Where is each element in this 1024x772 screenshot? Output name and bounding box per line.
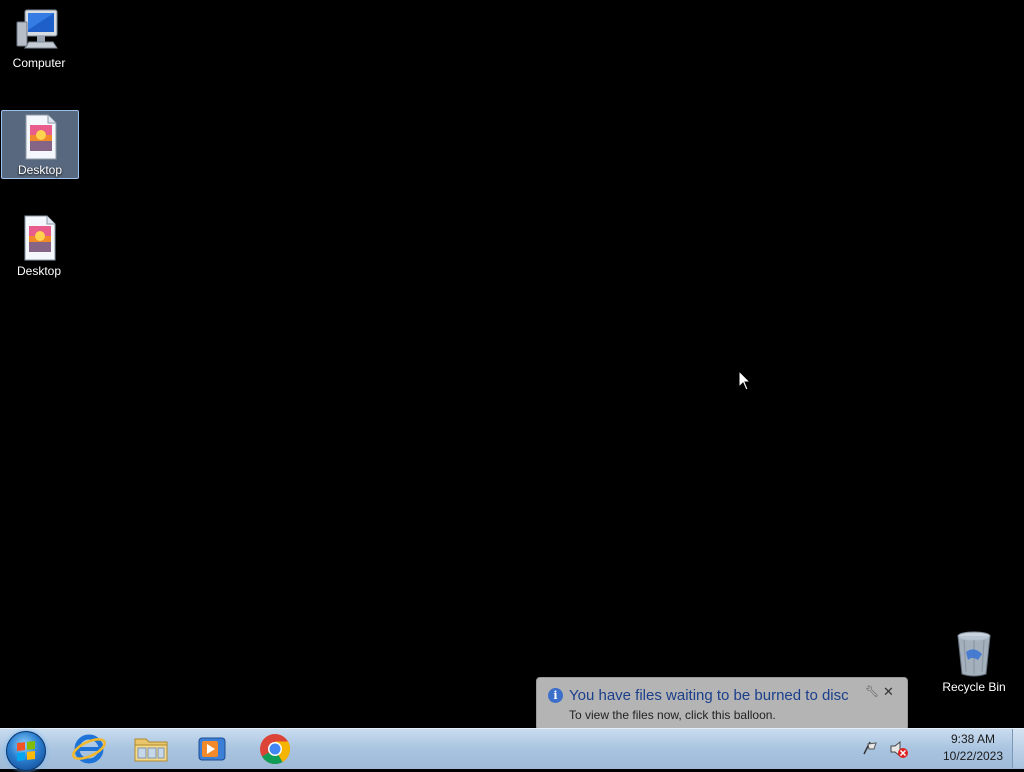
- desktop-icon-label: Computer: [12, 56, 66, 70]
- taskbar-windows-explorer[interactable]: [124, 731, 178, 767]
- start-button[interactable]: [6, 731, 46, 771]
- desktop-icon-desktop-2[interactable]: Desktop: [1, 212, 77, 278]
- taskbar-internet-explorer[interactable]: [62, 731, 116, 767]
- computer-icon: [16, 9, 58, 49]
- volume-muted-icon[interactable]: [888, 738, 910, 760]
- windows-logo-icon: [17, 741, 35, 761]
- internet-explorer-icon: [72, 734, 106, 764]
- chrome-icon: [260, 734, 290, 765]
- desktop-icon-desktop-1[interactable]: Desktop: [1, 110, 79, 179]
- desktop-icon-computer[interactable]: Computer: [1, 8, 77, 70]
- desktop-icon-label: Recycle Bin: [942, 680, 1006, 694]
- image-file-icon: [25, 114, 57, 160]
- mouse-cursor-icon: [738, 370, 752, 391]
- balloon-close-button[interactable]: ✕: [883, 684, 894, 700]
- clock-date: 10/22/2023: [942, 749, 1004, 763]
- clock-time: 9:38 AM: [950, 732, 996, 746]
- recycle-bin-icon: [957, 631, 991, 677]
- taskbar-chrome[interactable]: [248, 731, 302, 767]
- taskbar-clock[interactable]: 9:38 AM 10/22/2023: [926, 731, 1020, 765]
- taskbar-media-player[interactable]: [185, 731, 239, 767]
- desktop-icon-recycle-bin[interactable]: Recycle Bin: [936, 630, 1012, 694]
- desktop-icon-label: Desktop: [17, 163, 63, 177]
- action-center-flag-icon[interactable]: [860, 738, 880, 758]
- image-file-icon: [24, 215, 56, 261]
- media-player-icon: [198, 737, 226, 761]
- desktop-icon-label: Desktop: [16, 264, 62, 278]
- balloon-options-icon[interactable]: 🔧︎: [865, 685, 879, 698]
- balloon-text: To view the files now, click this balloo…: [569, 708, 776, 722]
- info-icon: i: [548, 688, 563, 703]
- balloon-title: You have files waiting to be burned to d…: [569, 687, 849, 704]
- folder-icon: [134, 738, 168, 762]
- show-desktop-button[interactable]: [1012, 729, 1024, 768]
- burn-notification-balloon[interactable]: i You have files waiting to be burned to…: [536, 677, 908, 731]
- taskbar: 9:38 AM 10/22/2023: [0, 728, 1024, 771]
